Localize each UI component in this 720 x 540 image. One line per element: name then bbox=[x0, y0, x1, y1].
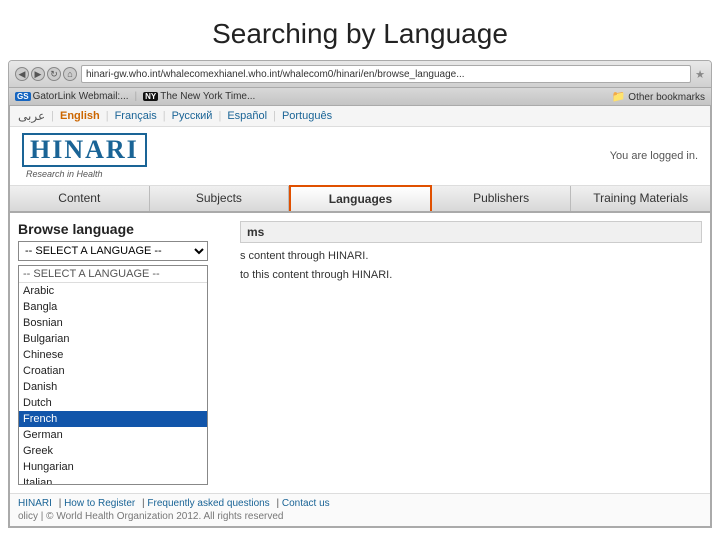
extension-bar: GS GatorLink Webmail:... | NY The New Yo… bbox=[9, 88, 711, 106]
bookmarks-label: 📁 Other bookmarks bbox=[612, 90, 705, 103]
nyt-logo: NY bbox=[143, 92, 158, 101]
language-list-item[interactable]: Bosnian bbox=[19, 315, 207, 331]
gatorlink-logo: GS bbox=[15, 92, 31, 101]
language-list-item[interactable]: Italian bbox=[19, 475, 207, 485]
language-list-item[interactable]: Bangla bbox=[19, 299, 207, 315]
gatorlink-ext: GS GatorLink Webmail:... bbox=[15, 91, 129, 102]
content-area: ms s content through HINARI. to this con… bbox=[228, 221, 702, 485]
nyt-ext: NY The New York Time... bbox=[143, 91, 255, 102]
language-list-item[interactable]: Bulgarian bbox=[19, 331, 207, 347]
gatorlink-label: GatorLink Webmail:... bbox=[33, 91, 129, 102]
footer-copyright: olicy | © World Health Organization 2012… bbox=[18, 511, 702, 522]
content-subtitle: ms bbox=[240, 221, 702, 243]
nav-content[interactable]: Content bbox=[10, 186, 150, 211]
nav-subjects[interactable]: Subjects bbox=[150, 186, 290, 211]
address-text: hinari-gw.who.int/whalecomexhianel.who.i… bbox=[86, 69, 465, 80]
footer-link-faq[interactable]: Frequently asked questions bbox=[147, 498, 269, 509]
language-list-item[interactable]: Chinese bbox=[19, 347, 207, 363]
language-select-wrapper: -- SELECT A LANGUAGE --ArabicBanglaBosni… bbox=[18, 241, 228, 261]
language-list-item[interactable]: Dutch bbox=[19, 395, 207, 411]
nav-buttons: ◀ ▶ ↻ ⌂ bbox=[15, 67, 77, 81]
language-list-item[interactable]: -- SELECT A LANGUAGE -- bbox=[19, 266, 207, 283]
nav-languages[interactable]: Languages bbox=[289, 185, 432, 211]
language-list-item[interactable]: Croatian bbox=[19, 363, 207, 379]
logged-in-status: You are logged in. bbox=[610, 150, 698, 162]
nyt-label: The New York Time... bbox=[160, 91, 255, 102]
nav-publishers[interactable]: Publishers bbox=[432, 186, 572, 211]
logo-subtitle: Research in Health bbox=[22, 169, 147, 179]
nav-training[interactable]: Training Materials bbox=[571, 186, 710, 211]
browse-title: Browse language bbox=[18, 221, 228, 237]
lang-spanish[interactable]: Español bbox=[227, 110, 267, 122]
footer-link-hinari[interactable]: HINARI bbox=[18, 498, 52, 509]
page-footer: HINARI | How to Register | Frequently as… bbox=[10, 493, 710, 526]
logo-text: HINARI bbox=[22, 133, 147, 167]
back-button[interactable]: ◀ bbox=[15, 67, 29, 81]
language-listbox[interactable]: -- SELECT A LANGUAGE --ArabicBanglaBosni… bbox=[18, 265, 208, 485]
folder-icon: 📁 bbox=[612, 91, 626, 103]
page-content: عربى | English | Français | Русский | Es… bbox=[9, 106, 711, 527]
language-list-item[interactable]: Greek bbox=[19, 443, 207, 459]
language-list-item[interactable]: Danish bbox=[19, 379, 207, 395]
forward-button[interactable]: ▶ bbox=[31, 67, 45, 81]
address-bar[interactable]: hinari-gw.who.int/whalecomexhianel.who.i… bbox=[81, 65, 691, 83]
navigation-bar: Content Subjects Languages Publishers Tr… bbox=[10, 186, 710, 213]
refresh-button[interactable]: ↻ bbox=[47, 67, 61, 81]
browser-window: ◀ ▶ ↻ ⌂ hinari-gw.who.int/whalecomexhian… bbox=[8, 60, 712, 528]
lang-portuguese[interactable]: Português bbox=[282, 110, 332, 122]
content-text-1: s content through HINARI. bbox=[240, 249, 702, 264]
footer-link-register[interactable]: How to Register bbox=[64, 498, 135, 509]
language-bar: عربى | English | Français | Русский | Es… bbox=[10, 106, 710, 127]
arabic-link[interactable]: عربى bbox=[18, 109, 45, 123]
hinari-logo: HINARI Research in Health bbox=[22, 133, 147, 179]
lang-english[interactable]: English bbox=[60, 110, 100, 122]
lang-french[interactable]: Français bbox=[115, 110, 157, 122]
language-list-item[interactable]: French bbox=[19, 411, 207, 427]
footer-link-contact[interactable]: Contact us bbox=[282, 498, 330, 509]
browse-language-section: Browse language -- SELECT A LANGUAGE --A… bbox=[18, 221, 228, 485]
home-button[interactable]: ⌂ bbox=[63, 67, 77, 81]
site-header: HINARI Research in Health You are logged… bbox=[10, 127, 710, 186]
language-dropdown[interactable]: -- SELECT A LANGUAGE --ArabicBanglaBosni… bbox=[18, 241, 208, 261]
footer-links: HINARI | How to Register | Frequently as… bbox=[18, 498, 702, 509]
bookmark-star[interactable]: ★ bbox=[695, 68, 705, 81]
language-list-item[interactable]: Arabic bbox=[19, 283, 207, 299]
language-list-item[interactable]: German bbox=[19, 427, 207, 443]
slide-title: Searching by Language bbox=[0, 0, 720, 60]
lang-russian[interactable]: Русский bbox=[172, 110, 213, 122]
browser-toolbar: ◀ ▶ ↻ ⌂ hinari-gw.who.int/whalecomexhian… bbox=[9, 61, 711, 88]
language-list-item[interactable]: Hungarian bbox=[19, 459, 207, 475]
main-body: Browse language -- SELECT A LANGUAGE --A… bbox=[10, 213, 710, 493]
content-text-2: to this content through HINARI. bbox=[240, 268, 702, 283]
